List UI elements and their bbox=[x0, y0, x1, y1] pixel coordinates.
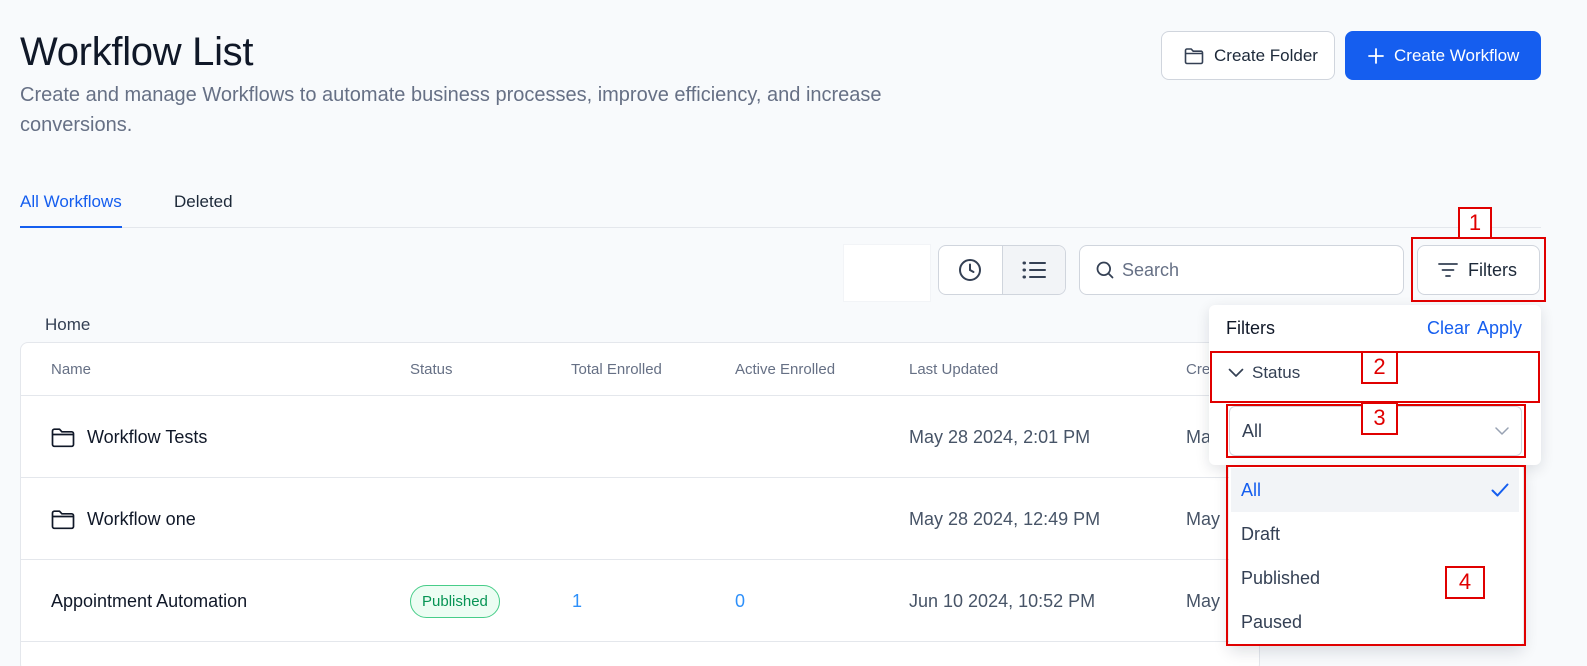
annotation-label-4: 4 bbox=[1445, 566, 1485, 599]
row-active-enrolled[interactable]: 0 bbox=[735, 560, 745, 642]
breadcrumb[interactable]: Home bbox=[45, 315, 90, 335]
row-name[interactable]: Appointment Automation bbox=[51, 560, 247, 642]
workflow-tabs: All Workflows Deleted bbox=[20, 188, 1541, 228]
annotation-label-1: 1 bbox=[1458, 207, 1492, 239]
page-title: Workflow List bbox=[20, 30, 254, 74]
row-created: May bbox=[1186, 590, 1221, 611]
annotation-label-3: 3 bbox=[1361, 402, 1398, 435]
column-header-active-enrolled[interactable]: Active Enrolled bbox=[735, 361, 835, 378]
create-workflow-button[interactable]: Create Workflow bbox=[1345, 31, 1541, 80]
filters-clear-button[interactable]: Clear bbox=[1427, 318, 1470, 339]
search-box bbox=[1079, 245, 1404, 295]
row-name-cell: Workflow one bbox=[51, 478, 196, 560]
view-toggle bbox=[938, 245, 1066, 295]
row-last-updated: Jun 10 2024, 10:52 PM bbox=[909, 590, 1096, 611]
tab-all-workflows[interactable]: All Workflows bbox=[20, 188, 122, 228]
view-list-button[interactable] bbox=[1001, 246, 1065, 294]
row-status-cell: Published bbox=[410, 560, 500, 642]
folder-icon bbox=[51, 509, 75, 529]
row-last-updated: May 28 2024, 2:01 PM bbox=[909, 426, 1091, 447]
search-input[interactable] bbox=[1122, 259, 1382, 281]
workflow-table: Name Status Total Enrolled Active Enroll… bbox=[20, 342, 1260, 666]
create-folder-button[interactable]: Create Folder bbox=[1161, 31, 1335, 80]
annotation-box-4 bbox=[1226, 465, 1526, 646]
annotation-box-1 bbox=[1411, 237, 1546, 302]
annotation-label-2: 2 bbox=[1361, 351, 1398, 384]
column-header-total-enrolled[interactable]: Total Enrolled bbox=[571, 361, 662, 378]
create-folder-label: Create Folder bbox=[1214, 45, 1318, 65]
table-row[interactable]: Workflow Tests May 28 2024, 2:01 PM Ma bbox=[21, 396, 1259, 478]
plus-icon bbox=[1368, 47, 1384, 64]
row-name-cell: Workflow Tests bbox=[51, 396, 207, 478]
list-icon bbox=[1022, 261, 1046, 279]
folder-icon bbox=[51, 427, 75, 447]
search-icon bbox=[1096, 261, 1114, 279]
page-subtitle: Create and manage Workflows to automate … bbox=[20, 84, 882, 136]
row-created: Ma bbox=[1186, 426, 1212, 447]
table-row[interactable]: Appointment Automation Published 1 0 Jun… bbox=[21, 560, 1259, 642]
row-created: May bbox=[1186, 508, 1221, 529]
clock-icon bbox=[959, 259, 982, 281]
row-name[interactable]: Workflow one bbox=[87, 509, 196, 530]
row-last-updated: May 28 2024, 12:49 PM bbox=[909, 508, 1101, 529]
status-badge: Published bbox=[410, 584, 500, 618]
column-header-status[interactable]: Status bbox=[410, 361, 453, 378]
row-name[interactable]: Workflow Tests bbox=[87, 427, 207, 448]
table-row[interactable]: Workflow one May 28 2024, 12:49 PM May bbox=[21, 478, 1259, 560]
create-workflow-label: Create Workflow bbox=[1394, 45, 1520, 65]
view-recent-button[interactable] bbox=[939, 246, 1002, 294]
row-total-enrolled[interactable]: 1 bbox=[572, 560, 582, 642]
tab-deleted[interactable]: Deleted bbox=[174, 188, 233, 228]
column-header-last-updated[interactable]: Last Updated bbox=[909, 361, 998, 378]
column-header-name[interactable]: Name bbox=[51, 361, 91, 378]
column-header-created[interactable]: Cre bbox=[1186, 361, 1210, 378]
folder-icon bbox=[1184, 47, 1204, 64]
filters-panel-title: Filters bbox=[1226, 318, 1275, 338]
table-header: Name Status Total Enrolled Active Enroll… bbox=[21, 343, 1259, 396]
toolbar-placeholder bbox=[843, 244, 931, 302]
filters-apply-button[interactable]: Apply bbox=[1477, 318, 1522, 339]
